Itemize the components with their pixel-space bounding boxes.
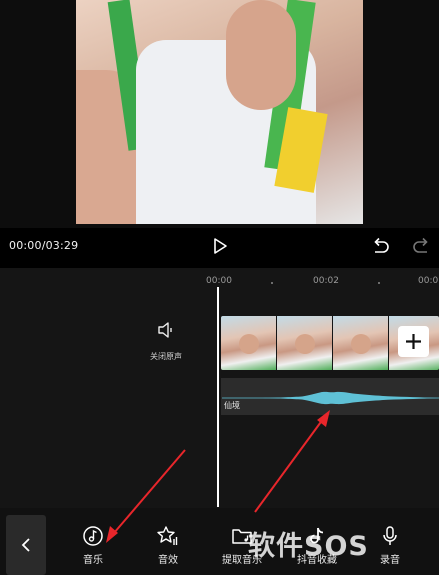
undo-icon xyxy=(374,237,389,253)
watermark: 软件SOS xyxy=(248,531,369,562)
ruler-time-label: 00:00 xyxy=(206,276,232,286)
toolbar-music-button[interactable]: 音乐 xyxy=(63,525,123,566)
clip-thumbnail xyxy=(333,316,388,370)
playhead[interactable] xyxy=(217,287,219,507)
music-note-icon xyxy=(83,526,103,546)
video-preview-frame[interactable] xyxy=(76,0,363,224)
add-clip-button[interactable] xyxy=(398,326,429,357)
audio-waveform xyxy=(222,391,439,405)
mute-original-audio-button[interactable]: 关闭原声 xyxy=(144,322,188,363)
playback-timecode: 00:00/03:29 xyxy=(9,239,79,252)
ruler-time-label: 00:02 xyxy=(313,276,339,286)
chevron-left-icon xyxy=(21,538,30,552)
back-button[interactable] xyxy=(6,515,46,575)
ruler-tick xyxy=(378,282,380,284)
speaker-icon xyxy=(158,322,172,338)
toolbar-record-label: 录音 xyxy=(380,555,400,566)
play-button[interactable] xyxy=(211,237,229,255)
clip-thumbnail xyxy=(277,316,332,370)
undo-button[interactable] xyxy=(371,237,390,255)
redo-icon xyxy=(413,237,428,253)
sound-effect-icon xyxy=(157,526,178,545)
redo-button[interactable] xyxy=(412,237,431,255)
toolbar-record-button[interactable]: 录音 xyxy=(360,525,420,566)
toolbar-sound-effect-button[interactable]: 音效 xyxy=(138,525,198,566)
ruler-time-label: 00:0 xyxy=(418,276,439,286)
toolbar-sound-effect-label: 音效 xyxy=(158,555,178,566)
plus-icon xyxy=(406,334,421,349)
mute-original-audio-label: 关闭原声 xyxy=(150,352,182,361)
toolbar-music-label: 音乐 xyxy=(83,555,103,566)
ruler-tick xyxy=(271,282,273,284)
play-icon xyxy=(214,238,227,254)
audio-track-label: 仙境 xyxy=(224,401,240,410)
microphone-icon xyxy=(383,526,397,545)
video-preview-area xyxy=(0,0,439,228)
clip-thumbnail xyxy=(221,316,276,370)
